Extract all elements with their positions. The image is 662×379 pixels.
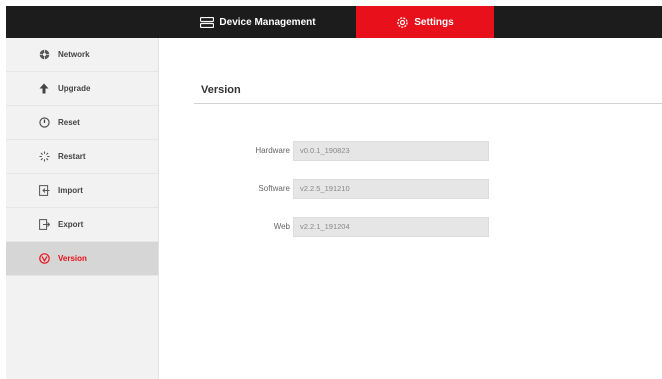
software-version-field: v2.2.5_191210 bbox=[293, 179, 489, 199]
upload-arrow-icon bbox=[38, 83, 50, 95]
hardware-label: Hardware bbox=[255, 146, 290, 155]
sidebar-item-reset[interactable]: Reset bbox=[6, 106, 158, 140]
hardware-version-row: Hardware v0.0.1_190823 bbox=[158, 141, 662, 161]
export-icon bbox=[38, 219, 50, 231]
sidebar-item-import[interactable]: Import bbox=[6, 174, 158, 208]
software-version-row: Software v2.2.5_191210 bbox=[158, 179, 662, 199]
sidebar-item-label: Version bbox=[58, 254, 87, 263]
sidebar-item-label: Restart bbox=[58, 152, 86, 161]
sidebar-item-label: Export bbox=[58, 220, 84, 229]
tab-settings[interactable]: Settings bbox=[356, 6, 494, 38]
tab-device-management[interactable]: Device Management bbox=[192, 6, 324, 38]
title-divider bbox=[194, 103, 662, 104]
sidebar-item-label: Upgrade bbox=[58, 84, 91, 93]
main-content: Version Hardware v0.0.1_190823 Software … bbox=[158, 38, 662, 379]
web-version-row: Web v2.2.1_191204 bbox=[158, 217, 662, 237]
tab-device-management-label: Device Management bbox=[219, 16, 316, 28]
web-label: Web bbox=[273, 222, 290, 231]
top-nav-bar: Device Management Settings bbox=[6, 6, 662, 38]
tab-settings-label: Settings bbox=[414, 16, 454, 28]
gear-icon bbox=[396, 16, 409, 29]
version-icon bbox=[38, 253, 50, 265]
import-icon bbox=[38, 185, 50, 197]
sidebar-item-upgrade[interactable]: Upgrade bbox=[6, 72, 158, 106]
sidebar-item-export[interactable]: Export bbox=[6, 208, 158, 242]
device-management-icon bbox=[200, 16, 215, 28]
sidebar-item-label: Network bbox=[58, 50, 90, 59]
sidebar-item-restart[interactable]: Restart bbox=[6, 140, 158, 174]
page-title: Version bbox=[201, 84, 241, 96]
network-icon bbox=[38, 49, 50, 61]
sidebar: Network Upgrade Reset Restart Import Exp… bbox=[6, 38, 159, 379]
sidebar-item-network[interactable]: Network bbox=[6, 38, 158, 72]
sidebar-item-label: Reset bbox=[58, 118, 80, 127]
sidebar-item-version[interactable]: Version bbox=[6, 242, 158, 276]
spinner-icon bbox=[38, 151, 50, 163]
web-version-field: v2.2.1_191204 bbox=[293, 217, 489, 237]
power-icon bbox=[38, 117, 50, 129]
sidebar-item-label: Import bbox=[58, 186, 83, 195]
software-label: Software bbox=[258, 184, 290, 193]
hardware-version-field: v0.0.1_190823 bbox=[293, 141, 489, 161]
